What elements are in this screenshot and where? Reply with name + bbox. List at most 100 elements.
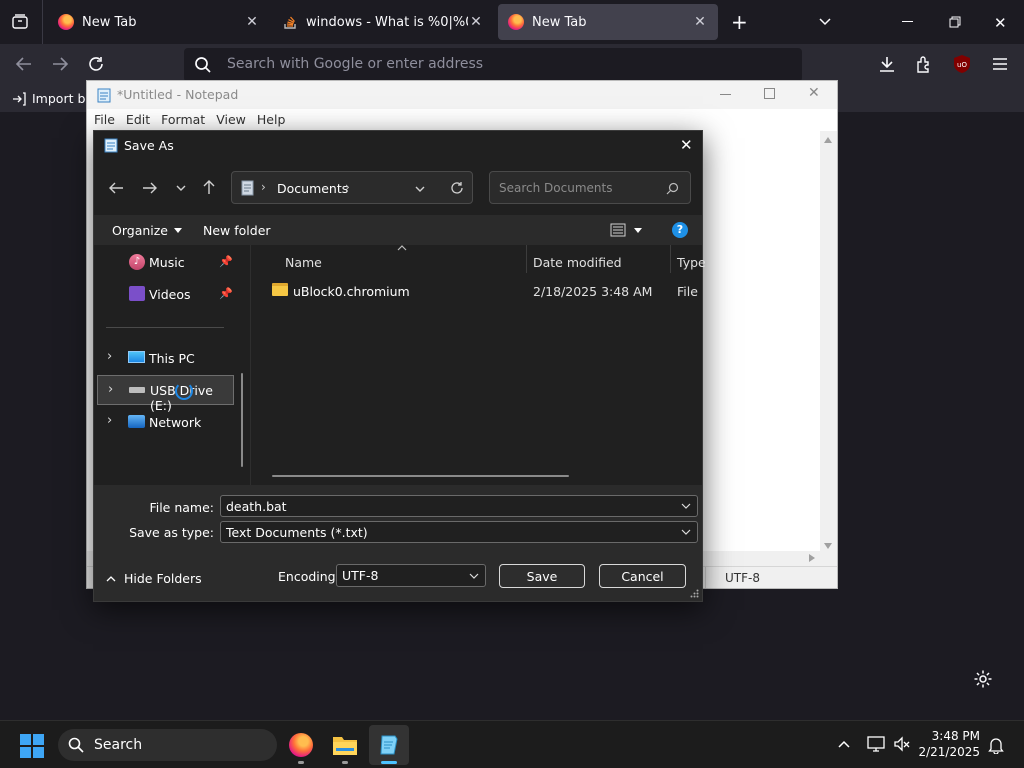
menu-file[interactable]: File <box>94 109 115 131</box>
notepad-icon <box>380 735 398 755</box>
address-dropdown-chevron-icon[interactable] <box>414 184 426 194</box>
taskbar-search[interactable]: Search <box>58 729 277 761</box>
address-bar[interactable]: › Documents › <box>231 171 473 204</box>
organize-menu[interactable]: Organize <box>112 223 182 238</box>
nav-item-usb-drive[interactable]: › USB Drive (E:) <box>97 375 234 413</box>
resize-grip-icon[interactable] <box>690 589 699 598</box>
scroll-right-arrow-icon[interactable] <box>809 554 815 562</box>
close-tab-icon[interactable]: ✕ <box>692 14 708 30</box>
expand-chevron-icon[interactable]: › <box>108 382 113 397</box>
file-explorer-icon[interactable] <box>332 734 358 756</box>
notepad-minimize-icon[interactable] <box>720 94 731 95</box>
menu-view[interactable]: View <box>216 109 246 131</box>
extensions-icon[interactable] <box>915 55 933 73</box>
file-row[interactable]: uBlock0.chromium 2/18/2025 3:48 AM File … <box>252 275 702 305</box>
column-header-name[interactable]: Name <box>285 255 322 270</box>
forward-arrow-icon[interactable] <box>142 181 158 195</box>
nav-item-music[interactable]: ♪ Music 📌 <box>94 247 234 277</box>
firefox-taskbar-icon[interactable] <box>289 733 313 757</box>
save-button[interactable]: Save <box>499 564 585 588</box>
tab-new-tab-active[interactable]: New Tab ✕ <box>498 4 718 40</box>
column-header-type[interactable]: Type <box>677 255 706 270</box>
nav-scrollbar[interactable] <box>241 373 243 467</box>
search-icon <box>68 737 84 753</box>
notepad-vertical-scrollbar[interactable] <box>820 131 837 555</box>
scroll-up-arrow-icon[interactable] <box>824 137 832 143</box>
tab-title: New Tab <box>82 14 137 30</box>
breadcrumb-separator-icon[interactable]: › <box>345 180 350 194</box>
chevron-up-icon <box>106 575 116 581</box>
scroll-down-arrow-icon[interactable] <box>824 543 832 549</box>
volume-muted-icon[interactable] <box>893 736 911 752</box>
restore-icon[interactable] <box>949 16 961 28</box>
nav-item-network[interactable]: › Network <box>94 407 234 437</box>
reload-icon[interactable] <box>87 55 105 73</box>
folder-icon <box>272 283 288 296</box>
notepad-titlebar: *Untitled - Notepad ✕ <box>87 81 837 109</box>
forward-arrow-icon[interactable] <box>51 56 69 72</box>
tab-stackoverflow[interactable]: windows - What is %0|%0 and h ✕ <box>272 4 494 40</box>
back-arrow-icon[interactable] <box>15 56 33 72</box>
nav-item-label: This PC <box>149 351 195 366</box>
menu-format[interactable]: Format <box>161 109 205 131</box>
breadcrumb-documents[interactable]: Documents <box>277 181 348 196</box>
close-tab-icon[interactable]: ✕ <box>244 14 260 30</box>
nav-item-videos[interactable]: Videos 📌 <box>94 279 234 309</box>
network-status-icon[interactable] <box>867 736 885 752</box>
url-placeholder[interactable]: Search with Google or enter address <box>227 56 483 72</box>
chevron-down-icon[interactable] <box>681 503 691 509</box>
chevron-down-icon[interactable] <box>469 573 479 579</box>
minimize-icon[interactable] <box>902 21 913 22</box>
cancel-button[interactable]: Cancel <box>599 564 686 588</box>
ublock-icon[interactable]: uO <box>952 54 972 74</box>
file-list: Name Date modified Type uBlock0.chromium… <box>252 245 706 485</box>
search-documents-input[interactable]: Search Documents <box>489 171 691 204</box>
hide-folders-button[interactable]: Hide Folders <box>106 571 202 586</box>
chevron-down-icon[interactable] <box>681 529 691 535</box>
downloads-icon[interactable] <box>878 55 896 73</box>
new-tab-plus-icon[interactable]: + <box>731 12 748 32</box>
notepad-maximize-icon[interactable] <box>764 88 775 99</box>
expand-chevron-icon[interactable]: › <box>107 413 112 428</box>
settings-gear-icon[interactable] <box>973 669 993 689</box>
notification-bell-icon[interactable] <box>988 736 1004 754</box>
file-name-input[interactable]: death.bat <box>220 495 698 517</box>
expand-chevron-icon[interactable]: › <box>107 349 112 364</box>
notepad-close-icon[interactable]: ✕ <box>808 85 820 101</box>
tab-new-tab-1[interactable]: New Tab ✕ <box>48 4 270 40</box>
file-date: 2/18/2025 3:48 AM <box>533 284 653 299</box>
files-horizontal-scrollbar[interactable] <box>272 475 569 477</box>
refresh-icon[interactable] <box>450 181 464 195</box>
documents-icon <box>241 180 254 196</box>
column-separator[interactable] <box>670 245 671 273</box>
search-placeholder: Search Documents <box>499 181 613 195</box>
start-windows-icon[interactable] <box>20 734 44 758</box>
save-type-select[interactable]: Text Documents (*.txt) <box>220 521 698 543</box>
menu-help[interactable]: Help <box>257 109 286 131</box>
up-arrow-icon[interactable] <box>202 179 216 195</box>
close-window-icon[interactable]: ✕ <box>994 14 1007 32</box>
save-form: File name: death.bat Save as type: Text … <box>94 485 702 601</box>
view-options-icon[interactable] <box>610 223 642 237</box>
clock[interactable]: 3:48 PM 2/21/2025 <box>918 728 980 760</box>
help-icon[interactable]: ? <box>672 222 688 238</box>
menu-hamburger-icon[interactable] <box>992 57 1008 71</box>
import-bookmarks-button[interactable]: Import bo <box>12 91 93 106</box>
encoding-select[interactable]: UTF-8 <box>336 564 486 587</box>
tab-overview-icon[interactable] <box>10 12 30 32</box>
list-tabs-chevron-icon[interactable] <box>818 14 832 28</box>
dialog-close-icon[interactable]: ✕ <box>680 136 693 154</box>
new-folder-button[interactable]: New folder <box>203 223 271 238</box>
menu-edit[interactable]: Edit <box>126 109 150 131</box>
save-as-dialog: Save As ✕ › Documents › Search Documents <box>93 130 706 602</box>
close-tab-icon[interactable]: ✕ <box>468 14 484 30</box>
nav-item-this-pc[interactable]: › This PC <box>94 343 234 373</box>
back-arrow-icon[interactable] <box>108 181 124 195</box>
show-hidden-icons-chevron[interactable] <box>837 739 851 749</box>
column-separator[interactable] <box>526 245 527 273</box>
view-dropdown-icon[interactable] <box>634 227 642 233</box>
notepad-taskbar-button[interactable] <box>369 725 409 765</box>
column-header-date[interactable]: Date modified <box>533 255 622 270</box>
search-icon <box>194 56 212 74</box>
recent-locations-chevron-icon[interactable] <box>175 183 187 193</box>
